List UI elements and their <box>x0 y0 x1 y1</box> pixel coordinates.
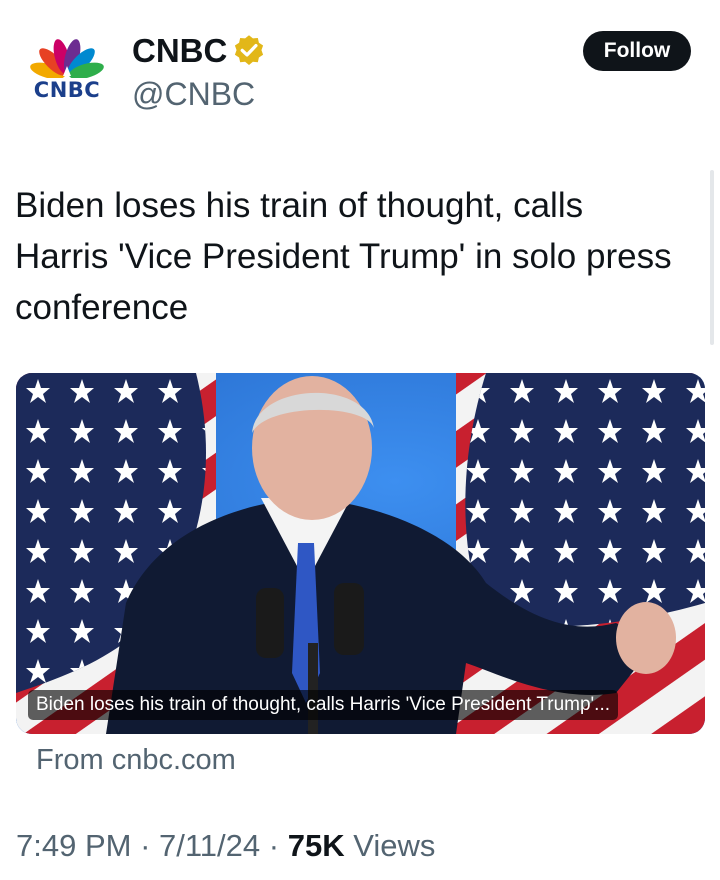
verified-badge-icon[interactable] <box>231 33 267 69</box>
logo-text: CNBC <box>33 78 101 102</box>
meta-separator: · <box>260 828 288 863</box>
cnbc-logo[interactable]: CNBC <box>26 38 108 104</box>
link-source[interactable]: From cnbc.com <box>36 744 236 777</box>
tweet-time[interactable]: 7:49 PM <box>16 828 131 863</box>
views-label: Views <box>344 828 436 863</box>
link-card-image <box>16 373 705 734</box>
scrollbar[interactable] <box>710 170 714 345</box>
follow-button[interactable]: Follow <box>583 31 691 71</box>
link-card-caption: Biden loses his train of thought, calls … <box>28 690 618 720</box>
name-row: CNBC <box>132 30 267 72</box>
tweet-date[interactable]: 7/11/24 <box>159 828 260 863</box>
tweet-meta: 7:49 PM · 7/11/24 · 75K Views <box>16 828 435 864</box>
views-count: 75K <box>287 828 345 863</box>
tweet-header: CNBC CNBC @CNBC Follow <box>0 0 720 140</box>
account-handle[interactable]: @CNBC <box>132 76 255 113</box>
display-name[interactable]: CNBC <box>132 32 227 70</box>
peacock-icon <box>30 39 104 80</box>
meta-separator: · <box>131 828 160 863</box>
tweet-text: Biden loses his train of thought, calls … <box>15 186 672 327</box>
link-card[interactable] <box>16 373 705 734</box>
